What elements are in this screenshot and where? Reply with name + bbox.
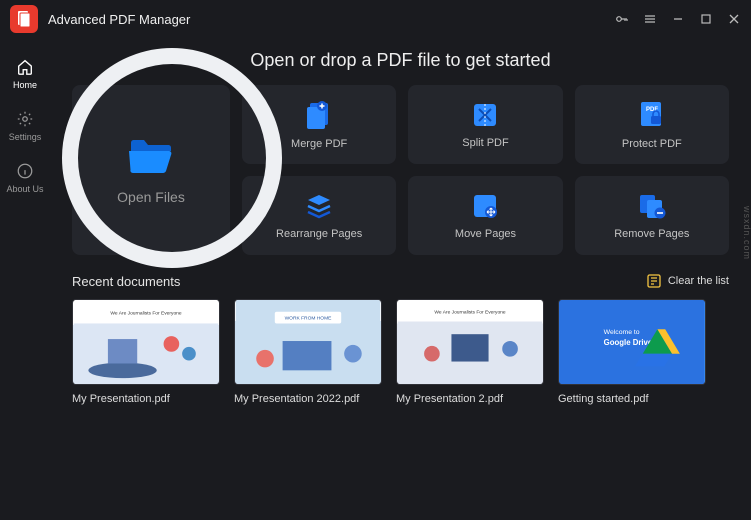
tile-merge-pdf[interactable]: Merge PDF: [242, 85, 396, 164]
window-controls: [615, 12, 741, 26]
remove-icon: [637, 192, 667, 220]
recent-title: Recent documents: [72, 274, 180, 289]
gear-icon: [16, 110, 34, 128]
app-title: Advanced PDF Manager: [48, 12, 190, 27]
recent-header: Recent documents Clear the list: [72, 273, 729, 289]
sidebar-item-label: About Us: [6, 184, 43, 194]
clear-list-label: Clear the list: [668, 275, 729, 287]
menu-icon[interactable]: [643, 12, 657, 26]
tile-split-pdf[interactable]: Split PDF: [408, 85, 562, 164]
merge-icon: [305, 100, 333, 130]
tile-label: Move Pages: [455, 228, 516, 240]
recent-doc[interactable]: WORK FROM HOME My Presentation 2022.pdf: [234, 299, 382, 405]
clear-list-button[interactable]: Clear the list: [646, 273, 729, 289]
tile-label: Rearrange Pages: [276, 228, 362, 240]
recent-documents: We Are Journalists For Everyone My Prese…: [72, 299, 729, 405]
sidebar-item-home[interactable]: Home: [13, 58, 37, 90]
sidebar-item-label: Settings: [9, 132, 42, 142]
key-icon[interactable]: [615, 12, 629, 26]
recent-doc[interactable]: We Are Journalists For Everyone My Prese…: [72, 299, 220, 405]
svg-text:WORK FROM HOME: WORK FROM HOME: [285, 316, 333, 322]
sidebar-item-settings[interactable]: Settings: [9, 110, 42, 142]
tile-protect-pdf[interactable]: PDF Protect PDF: [575, 85, 729, 164]
tile-label: Remove Pages: [614, 228, 689, 240]
sidebar-item-about[interactable]: About Us: [6, 162, 43, 194]
doc-name: Getting started.pdf: [558, 393, 706, 405]
maximize-button[interactable]: [699, 12, 713, 26]
svg-text:Google Drive: Google Drive: [604, 338, 653, 347]
thumbnail: Welcome to Google Drive: [558, 299, 706, 385]
tile-label: Protect PDF: [622, 138, 682, 150]
recent-doc[interactable]: Welcome to Google Drive Getting started.p…: [558, 299, 706, 405]
svg-text:Welcome to: Welcome to: [604, 329, 640, 336]
minimize-button[interactable]: [671, 12, 685, 26]
sidebar-item-label: Home: [13, 80, 37, 90]
doc-name: My Presentation 2022.pdf: [234, 393, 382, 405]
doc-name: My Presentation 2.pdf: [396, 393, 544, 405]
home-icon: [16, 58, 34, 76]
svg-text:PDF: PDF: [646, 107, 658, 113]
move-icon: [471, 192, 499, 220]
thumbnail: WORK FROM HOME: [234, 299, 382, 385]
svg-text:We Are Journalists For Everyon: We Are Journalists For Everyone: [110, 311, 181, 317]
close-button[interactable]: [727, 12, 741, 26]
action-grid: Open Files Merge PDF Split PDF PDF Prote…: [72, 85, 729, 255]
titlebar: Advanced PDF Manager: [0, 0, 751, 38]
tile-move-pages[interactable]: Move Pages: [408, 176, 562, 255]
content: Open or drop a PDF file to get started O…: [50, 38, 751, 520]
thumbnail: We Are Journalists For Everyone: [396, 299, 544, 385]
tile-rearrange-pages[interactable]: Rearrange Pages: [242, 176, 396, 255]
doc-name: My Presentation.pdf: [72, 393, 220, 405]
watermark: wsxdn.com: [742, 206, 751, 260]
tile-label: Split PDF: [462, 137, 508, 149]
tile-label: Merge PDF: [291, 138, 347, 150]
split-icon: [471, 101, 499, 129]
info-icon: [16, 162, 34, 180]
layers-icon: [305, 192, 333, 220]
tile-remove-pages[interactable]: Remove Pages: [575, 176, 729, 255]
thumbnail: We Are Journalists For Everyone: [72, 299, 220, 385]
tile-open-files[interactable]: Open Files: [72, 85, 230, 255]
clear-list-icon: [646, 273, 662, 289]
tile-label: Open Files: [117, 189, 185, 205]
sidebar: Home Settings About Us: [0, 38, 50, 520]
recent-doc[interactable]: We Are Journalists For Everyone My Prese…: [396, 299, 544, 405]
lock-icon: PDF: [638, 100, 666, 130]
app-icon: [10, 5, 38, 33]
svg-text:We Are Journalists For Everyon: We Are Journalists For Everyone: [434, 310, 505, 316]
folder-open-icon: [127, 135, 175, 175]
headline: Open or drop a PDF file to get started: [72, 50, 729, 71]
